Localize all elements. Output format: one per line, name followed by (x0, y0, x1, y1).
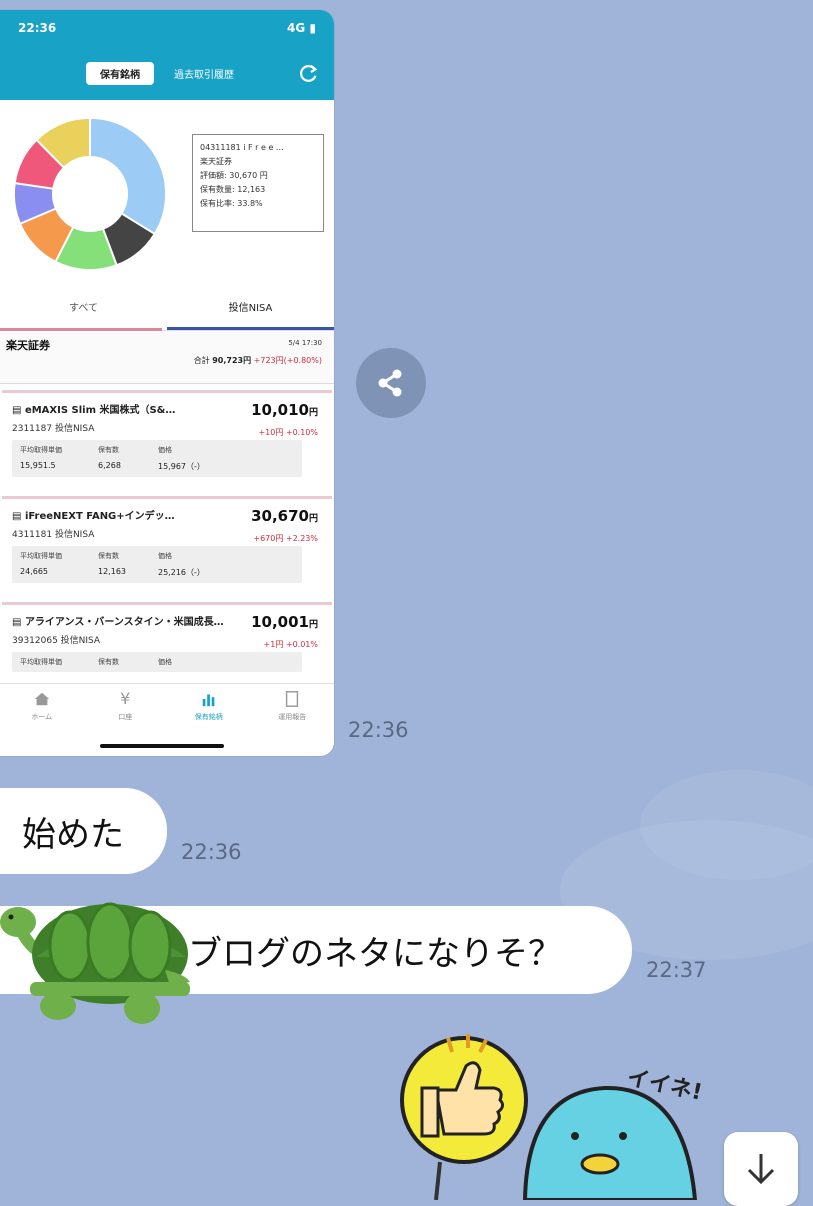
chart-tooltip: 04311181 i F r e e ... 楽天証券 評価額: 30,670 … (192, 134, 324, 232)
scroll-to-bottom-button[interactable] (724, 1132, 798, 1206)
yen-icon: ¥ (120, 689, 131, 708)
message-text: 始めた (22, 814, 124, 855)
segment-nisa[interactable]: 投信NISA (167, 290, 334, 330)
message-text: ンブログのネタになりそ？ (155, 933, 562, 974)
fund-change: +670円 +2.23% (253, 534, 318, 543)
app-bottom-nav: ホーム ¥ 口座 保有銘柄 運用報告 (0, 683, 334, 756)
document-icon (286, 691, 299, 707)
portfolio-donut-chart[interactable] (12, 116, 168, 272)
message-time: 22:36 (348, 718, 409, 742)
penguin-sticker: イイネ! (522, 1065, 704, 1200)
fund-card[interactable]: ▤ iFreeNEXT FANG+インデッ… 30,670円 4311181 投… (2, 496, 332, 596)
tooltip-quantity: 保有数量: 12,163 (200, 185, 266, 194)
status-time: 22:36 (18, 21, 57, 35)
tooltip-broker: 楽天証券 (200, 157, 232, 166)
broker-name: 楽天証券 (6, 339, 50, 352)
home-indicator (100, 744, 224, 748)
share-icon (378, 369, 402, 397)
broker-total: 合計 90,723円 +723円(+0.80%) (193, 356, 322, 365)
bar-chart-icon (202, 694, 215, 707)
tooltip-fund: 04311181 i F r e e ... (200, 143, 284, 152)
broker-summary: 楽天証券 5/4 17:30 合計 90,723円 +723円(+0.80%) (0, 331, 334, 384)
fund-price: 30,670円 (251, 507, 318, 525)
message-bubble[interactable]: 始めた (0, 788, 167, 874)
share-button[interactable] (356, 348, 426, 418)
fund-change: +1円 +0.01% (263, 640, 318, 649)
message-time: 22:36 (181, 840, 242, 864)
fund-card[interactable]: ▤ eMAXIS Slim 米国株式（S&… 10,010円 2311187 投… (2, 390, 332, 490)
account-segment-tabs: すべて 投信NISA (0, 290, 334, 331)
segment-all[interactable]: すべて (0, 290, 167, 330)
portfolio-chart-area: 04311181 i F r e e ... 楽天証券 評価額: 30,670 … (0, 100, 334, 290)
tooltip-ratio: 保有比率: 33.8% (200, 199, 263, 208)
fund-details: 平均取得単価 保有数 価格 (12, 652, 302, 672)
turtle-emoji (0, 902, 190, 1024)
fund-change: +10円 +0.10% (258, 428, 318, 437)
tooltip-value: 評価額: 30,670 円 (200, 171, 268, 180)
fund-details: 平均取得単価 保有数 価格 24,665 12,163 25,216（-） (12, 546, 302, 583)
fund-price: 10,010円 (251, 401, 318, 419)
fund-details: 平均取得単価 保有数 価格 15,951.5 6,268 15,967（-） (12, 440, 302, 477)
tab-history[interactable]: 過去取引履歴 (160, 62, 248, 85)
holdings-tab-bar: 保有銘柄 過去取引履歴 (0, 46, 334, 100)
broker-date: 5/4 17:30 (288, 339, 322, 347)
message-time: 22:37 (646, 958, 707, 982)
tab-holdings[interactable]: 保有銘柄 (86, 61, 154, 85)
arrow-down-icon (747, 1154, 775, 1185)
home-icon (34, 692, 49, 706)
nav-home[interactable]: ホーム (0, 684, 84, 756)
phone-status-bar: 22:36 4G ▮ (0, 10, 334, 46)
fund-price: 10,001円 (251, 613, 318, 631)
status-network: 4G ▮ (287, 21, 316, 35)
shared-image-message[interactable]: 22:36 4G ▮ 保有銘柄 過去取引履歴 04311181 i F r e … (0, 10, 334, 756)
refresh-icon[interactable] (298, 62, 320, 84)
nav-report[interactable]: 運用報告 (251, 684, 335, 756)
